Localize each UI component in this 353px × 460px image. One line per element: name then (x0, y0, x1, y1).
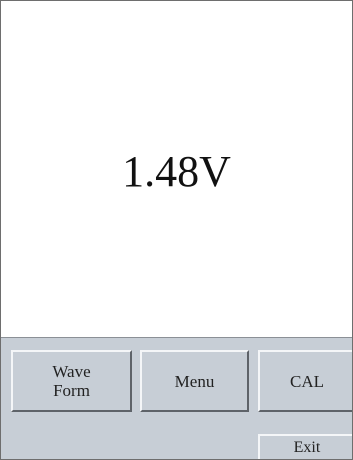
waveform-button[interactable]: Wave Form (11, 350, 132, 412)
voltage-readout: 1.48V (122, 147, 231, 196)
cal-button-label: CAL (290, 371, 324, 391)
waveform-button-label: Wave Form (52, 362, 91, 400)
menu-button-label: Menu (174, 371, 215, 391)
exit-button-label: Exit (293, 439, 321, 456)
meter-screen: 1.48V Wave Form Menu CAL Exit (0, 0, 353, 460)
menu-button[interactable]: Menu (140, 350, 249, 412)
exit-button[interactable]: Exit (258, 434, 352, 459)
cal-button[interactable]: CAL (258, 350, 352, 412)
button-bar: Wave Form Menu CAL Exit (1, 337, 352, 459)
